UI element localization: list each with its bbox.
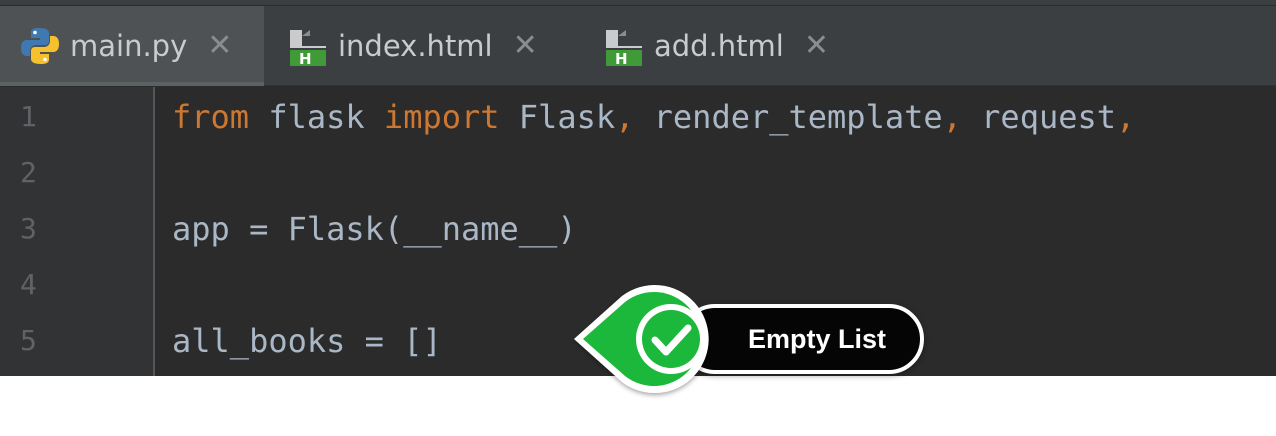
code-line-1: from flask import Flask, render_template… — [172, 89, 1135, 145]
line-number: 2 — [20, 156, 37, 189]
keyword-from: from — [172, 98, 250, 136]
import-name: Flask — [499, 98, 616, 136]
code-editor: main.py ✕ H index.html ✕ H add.html ✕ 1 … — [0, 0, 1276, 376]
html-icon-letter: H — [299, 50, 312, 68]
line-number: 3 — [20, 212, 37, 245]
python-file-icon — [21, 28, 59, 64]
editor-tab-bar: main.py ✕ H index.html ✕ H add.html ✕ — [0, 6, 1276, 86]
line-number: 1 — [20, 100, 37, 133]
import-name: request — [961, 98, 1117, 136]
html-file-icon: H — [606, 30, 642, 68]
line-number-gutter: 1 2 3 4 5 — [0, 87, 155, 376]
html-file-icon: H — [290, 30, 326, 68]
tab-label: index.html — [338, 29, 493, 63]
close-icon[interactable]: ✕ — [513, 31, 538, 61]
close-icon[interactable]: ✕ — [207, 31, 232, 61]
comma: , — [615, 98, 635, 136]
comma: , — [942, 98, 962, 136]
module-name: flask — [249, 98, 384, 136]
keyword-import: import — [383, 98, 500, 136]
tab-label: add.html — [654, 29, 784, 63]
code-line-3: app = Flask(__name__) — [172, 210, 577, 248]
tab-label: main.py — [70, 29, 188, 63]
tab-index-html[interactable]: H index.html ✕ — [286, 6, 586, 86]
line-number: 5 — [20, 324, 37, 357]
close-icon[interactable]: ✕ — [804, 31, 829, 61]
import-name: render_template — [634, 98, 943, 136]
tab-main-py[interactable]: main.py ✕ — [0, 6, 264, 86]
html-icon-letter: H — [615, 50, 628, 68]
comma: , — [1116, 98, 1136, 136]
tab-add-html[interactable]: H add.html ✕ — [602, 6, 862, 86]
code-line-5: all_books = [] — [172, 322, 442, 360]
line-number: 4 — [20, 268, 37, 301]
code-area[interactable]: from flask import Flask, render_template… — [172, 87, 1276, 376]
